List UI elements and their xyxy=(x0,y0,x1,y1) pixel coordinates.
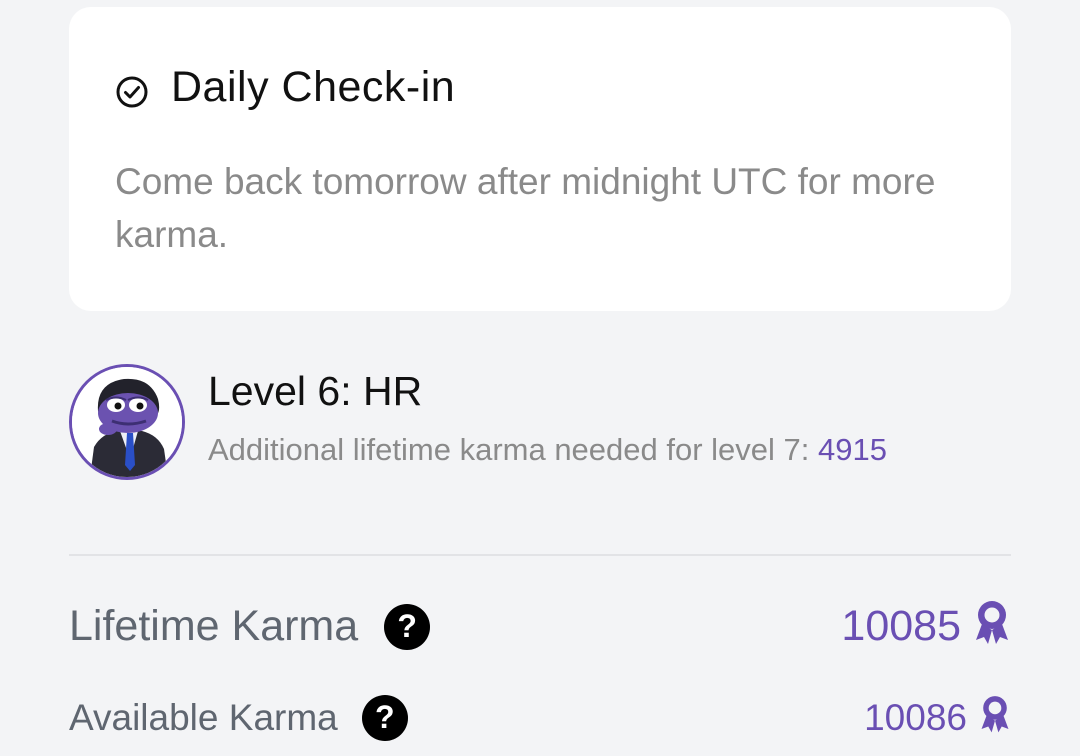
level-requirement-label: Additional lifetime karma needed for lev… xyxy=(208,432,818,467)
available-karma-row: Available Karma ? 10086 xyxy=(69,693,1011,742)
available-karma-label-group: Available Karma ? xyxy=(69,694,408,741)
available-karma-label: Available Karma xyxy=(69,696,338,738)
level-requirement: Additional lifetime karma needed for lev… xyxy=(208,432,887,468)
lifetime-karma-value: 10085 xyxy=(841,602,961,650)
daily-checkin-card: Daily Check-in Come back tomorrow after … xyxy=(69,7,1011,311)
section-divider xyxy=(69,554,1011,556)
help-icon[interactable]: ? xyxy=(361,694,408,741)
checkin-title: Daily Check-in xyxy=(171,63,456,111)
lifetime-karma-row: Lifetime Karma ? 10085 xyxy=(69,598,1011,655)
pepe-avatar[interactable] xyxy=(69,364,185,480)
karma-page: Daily Check-in Come back tomorrow after … xyxy=(0,0,1080,756)
level-section: Level 6: HR Additional lifetime karma ne… xyxy=(69,364,887,480)
available-karma-value-group: 10086 xyxy=(864,693,1011,742)
lifetime-karma-label: Lifetime Karma xyxy=(69,602,359,650)
award-ribbon-icon xyxy=(973,598,1011,655)
award-ribbon-icon xyxy=(979,693,1011,742)
lifetime-karma-value-group: 10085 xyxy=(841,598,1011,655)
available-karma-value: 10086 xyxy=(864,696,967,738)
level-info: Level 6: HR Additional lifetime karma ne… xyxy=(208,364,887,480)
checkin-description: Come back tomorrow after midnight UTC fo… xyxy=(115,161,936,255)
check-circle-icon xyxy=(115,75,149,109)
karma-needed-value: 4915 xyxy=(818,432,887,467)
level-title: Level 6: HR xyxy=(208,368,423,414)
help-icon[interactable]: ? xyxy=(384,603,431,650)
lifetime-karma-label-group: Lifetime Karma ? xyxy=(69,602,431,651)
checkin-header: Daily Check-in xyxy=(115,63,455,112)
